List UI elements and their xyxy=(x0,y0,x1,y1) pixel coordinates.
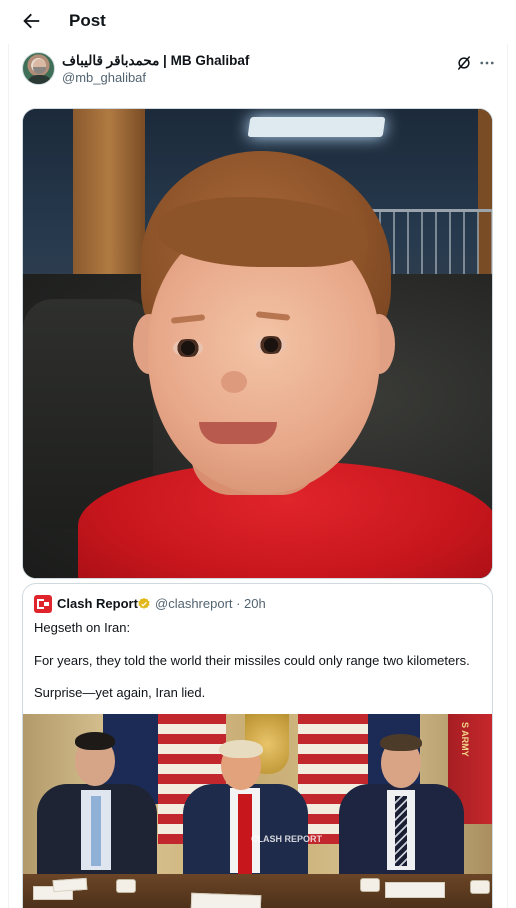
top-bar: Post xyxy=(0,0,516,44)
quoted-image[interactable]: S ARMY CLASH REPORT xyxy=(23,714,492,908)
quoted-post[interactable]: Clash Report @clashreport · 20h Hegseth … xyxy=(22,583,493,908)
page-title: Post xyxy=(69,11,106,30)
flag-text: S ARMY xyxy=(460,722,470,757)
quoted-text-line: For years, they told the world their mis… xyxy=(34,653,470,668)
author-name[interactable]: محمدباقر قالیباف | MB Ghalibaf xyxy=(62,53,249,69)
quoted-author-name: Clash Report xyxy=(57,596,138,611)
more-options-icon[interactable] xyxy=(478,54,496,72)
post-image[interactable] xyxy=(22,108,493,579)
quoted-text-line: Hegseth on Iran: xyxy=(34,620,131,635)
watermark-text: CLASH REPORT xyxy=(251,834,323,844)
quoted-text-line: Surprise—yet again, Iran lied. xyxy=(34,685,206,700)
post-author: محمدباقر قالیباف | MB Ghalibaf @mb_ghali… xyxy=(22,52,502,92)
clash-report-logo-icon xyxy=(34,595,52,613)
quoted-handle-time: @clashreport · 20h xyxy=(155,596,266,611)
author-handle[interactable]: @mb_ghalibaf xyxy=(62,70,146,85)
arrow-left-icon[interactable] xyxy=(20,10,42,32)
avatar[interactable] xyxy=(22,52,55,85)
grok-icon[interactable] xyxy=(455,54,473,72)
column-border-left xyxy=(8,44,9,908)
verified-badge-icon xyxy=(138,597,150,609)
column-border-right xyxy=(507,44,508,908)
